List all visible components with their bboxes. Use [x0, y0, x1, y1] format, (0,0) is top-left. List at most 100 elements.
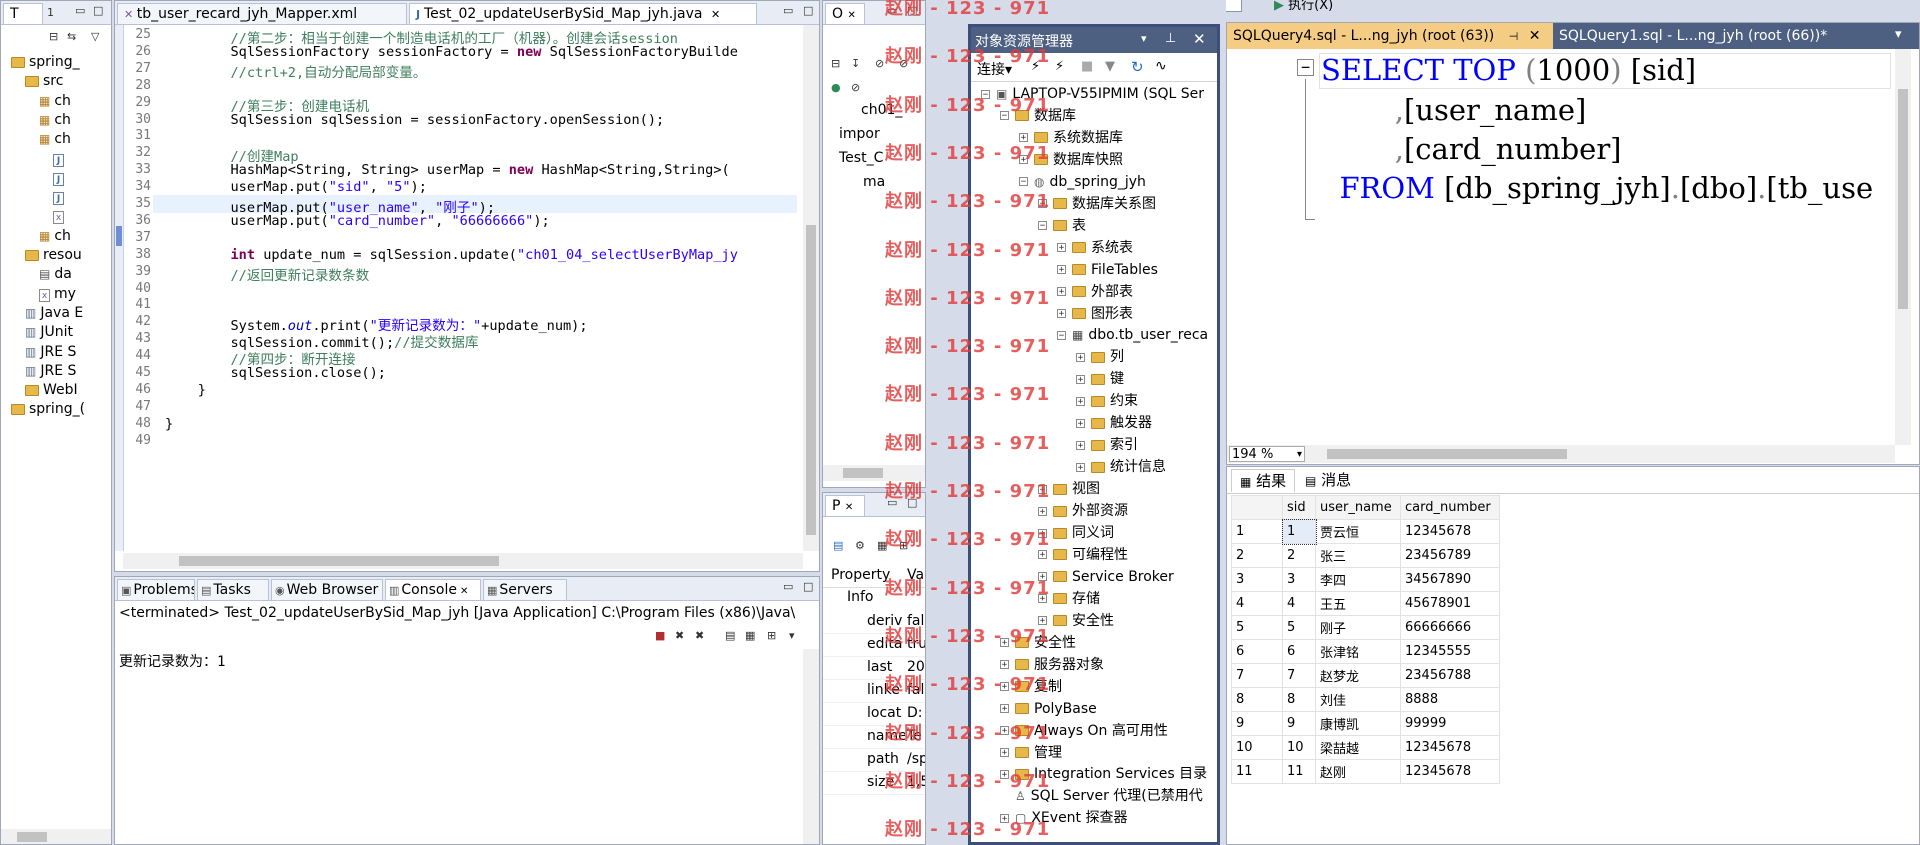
sql-line-2[interactable]: ,[user_name] — [1321, 93, 1587, 127]
table-cell[interactable]: 5 — [1282, 615, 1316, 640]
expand-icon[interactable]: + — [1057, 265, 1066, 275]
row-number[interactable]: 11 — [1231, 759, 1283, 784]
scroll-thumb[interactable] — [179, 556, 499, 566]
maximize-icon[interactable]: □ — [93, 4, 103, 17]
view-menu-icon[interactable]: ▽ — [91, 30, 99, 43]
object-tree-item[interactable]: + PolyBase — [1000, 700, 1097, 718]
tree-item[interactable]: spring_ — [11, 53, 80, 72]
object-tree-item[interactable]: + 可编程性 — [1038, 546, 1128, 564]
object-tree-item[interactable]: + 索引 — [1076, 436, 1138, 454]
table-cell[interactable]: 张津铭 — [1315, 639, 1401, 664]
expand-icon[interactable]: + — [1076, 462, 1085, 472]
object-tree-item[interactable]: + 系统表 — [1057, 239, 1133, 257]
table-cell[interactable]: 4 — [1282, 591, 1316, 616]
table-cell[interactable]: 23456789 — [1400, 543, 1500, 568]
collapse-icon[interactable]: − — [1019, 177, 1028, 187]
results-grid[interactable]: sid user_name card_number 1 1 贾云恒 12345678 2 2 张三… — [1231, 495, 1500, 784]
table-cell[interactable]: 34567890 — [1400, 567, 1500, 592]
row-number[interactable]: 8 — [1231, 687, 1283, 712]
table-cell[interactable]: 王五 — [1315, 591, 1401, 616]
expand-icon[interactable]: + — [1057, 243, 1066, 253]
scroll-thumb[interactable] — [806, 225, 816, 535]
table-cell[interactable]: 梁喆越 — [1315, 735, 1401, 760]
row-number[interactable]: 2 — [1231, 543, 1283, 568]
row-number[interactable]: 1 — [1231, 519, 1283, 544]
row-number[interactable]: 6 — [1231, 639, 1283, 664]
table-cell[interactable]: 刚子 — [1315, 615, 1401, 640]
console-tab-console[interactable]: ▥ Console ✕ — [385, 579, 481, 600]
object-tree-item[interactable]: + 外部表 — [1057, 283, 1133, 301]
maximize-icon[interactable]: □ — [803, 4, 813, 17]
table-cell[interactable]: 12345678 — [1400, 759, 1500, 784]
console-output[interactable]: 更新记录数为：1 — [119, 651, 225, 671]
tree-item[interactable]: x — [53, 207, 68, 226]
query-tab-sqlquery1[interactable]: SQLQuery1.sql - L...ng_jyh (root (66))* — [1559, 23, 1859, 49]
table-row[interactable]: 9 9 康博凯 99999 — [1231, 711, 1500, 736]
expand-icon[interactable]: + — [1000, 748, 1009, 758]
close-icon[interactable]: ✕ — [711, 8, 720, 21]
editor-tab-test-java[interactable]: J Test_02_updateUserBySid_Map_jyh.java ✕ — [409, 3, 757, 24]
disconnect-icon[interactable]: ⚡ — [1055, 59, 1064, 74]
tree-item[interactable]: ▥ JRE S — [25, 343, 76, 362]
remove-launch-icon[interactable]: ✖ — [675, 629, 684, 642]
expand-icon[interactable]: + — [1076, 440, 1085, 450]
tree-item[interactable]: ▥ JUnit — [25, 323, 73, 342]
display-console-icon[interactable]: ▾ — [789, 629, 795, 642]
table-cell[interactable]: 12345678 — [1400, 735, 1500, 760]
tree-item[interactable]: ▥ Java E — [25, 304, 83, 323]
close-icon[interactable]: ✕ — [1193, 30, 1206, 48]
filter-icon[interactable]: ⚙ — [855, 539, 865, 552]
table-cell[interactable]: 李四 — [1315, 567, 1401, 592]
column-header[interactable]: card_number — [1400, 495, 1500, 520]
stop-icon[interactable]: ■ — [1081, 59, 1093, 74]
table-cell[interactable]: 8888 — [1400, 687, 1500, 712]
table-cell[interactable]: 99999 — [1400, 711, 1500, 736]
sql-line-4[interactable]: FROM [db_spring_jyh].[dbo].[tb_use — [1321, 171, 1873, 205]
tree-item[interactable]: ▦ ch — [39, 130, 71, 149]
activity-monitor-icon[interactable]: ∿ — [1155, 58, 1167, 74]
column-header[interactable]: sid — [1282, 495, 1316, 520]
close-icon[interactable]: ✕ — [845, 502, 853, 513]
table-row[interactable]: 2 2 张三 23456789 — [1231, 543, 1500, 568]
editor-tab-mapper-xml[interactable]: ✕ tb_user_recard_jyh_Mapper.xml — [117, 3, 407, 24]
pin-icon[interactable]: ⊣ — [1509, 30, 1519, 43]
object-tree-item[interactable]: + FileTables — [1057, 261, 1158, 279]
close-icon[interactable]: ✕ — [1529, 28, 1541, 44]
clear-console-icon[interactable]: ▤ — [725, 629, 735, 642]
messages-tab[interactable]: ▤ 消息 — [1297, 469, 1359, 491]
hide-fields-icon[interactable]: ⊘ — [875, 57, 884, 70]
row-number[interactable]: 5 — [1231, 615, 1283, 640]
tree-item[interactable]: J — [53, 169, 68, 188]
row-number[interactable]: 4 — [1231, 591, 1283, 616]
sql-line-3[interactable]: ,[card_number] — [1321, 132, 1622, 166]
object-tree-item[interactable]: + 管理 — [1000, 744, 1062, 762]
table-row[interactable]: 10 10 梁喆越 12345678 — [1231, 735, 1500, 760]
collapse-region-icon[interactable]: − — [1297, 59, 1314, 76]
row-number[interactable]: 3 — [1231, 567, 1283, 592]
query-hscroll-thumb[interactable] — [1327, 449, 1567, 459]
database-select[interactable]: db_spring_jyh — [1226, 0, 1242, 12]
outline-item[interactable]: Test_C — [839, 149, 883, 168]
collapse-all-icon[interactable]: ⊟ — [49, 30, 58, 43]
tree-item[interactable]: ▦ ch — [39, 227, 71, 246]
expand-icon[interactable]: + — [1076, 396, 1085, 406]
tree-item[interactable]: WebI — [25, 381, 78, 400]
table-cell[interactable]: 12345555 — [1400, 639, 1500, 664]
console-tab-web-browser[interactable]: ◉ Web Browser — [271, 579, 383, 600]
row-number[interactable]: 10 — [1231, 735, 1283, 760]
object-tree-item[interactable]: + 触发器 — [1076, 414, 1152, 432]
link-editor-icon[interactable]: ⇆ — [67, 30, 76, 43]
expand-icon[interactable]: + — [1038, 550, 1047, 560]
outline-tab[interactable]: O ✕ — [825, 3, 865, 24]
categories-icon[interactable]: ▤ — [833, 539, 843, 552]
outline-item[interactable]: impor — [839, 125, 880, 144]
table-cell[interactable]: 3 — [1282, 567, 1316, 592]
expand-icon[interactable]: + — [1000, 704, 1009, 714]
terminate-icon[interactable]: ■ — [655, 629, 665, 642]
tree-item[interactable]: ▦ ch — [39, 111, 71, 130]
row-number[interactable]: 7 — [1231, 663, 1283, 688]
remove-all-icon[interactable]: ✖ — [695, 629, 704, 642]
execute-button[interactable]: ▶ 执行(X) — [1274, 0, 1333, 13]
refresh-icon[interactable]: ↻ — [1131, 58, 1144, 76]
close-icon[interactable]: ✕ — [847, 10, 855, 21]
